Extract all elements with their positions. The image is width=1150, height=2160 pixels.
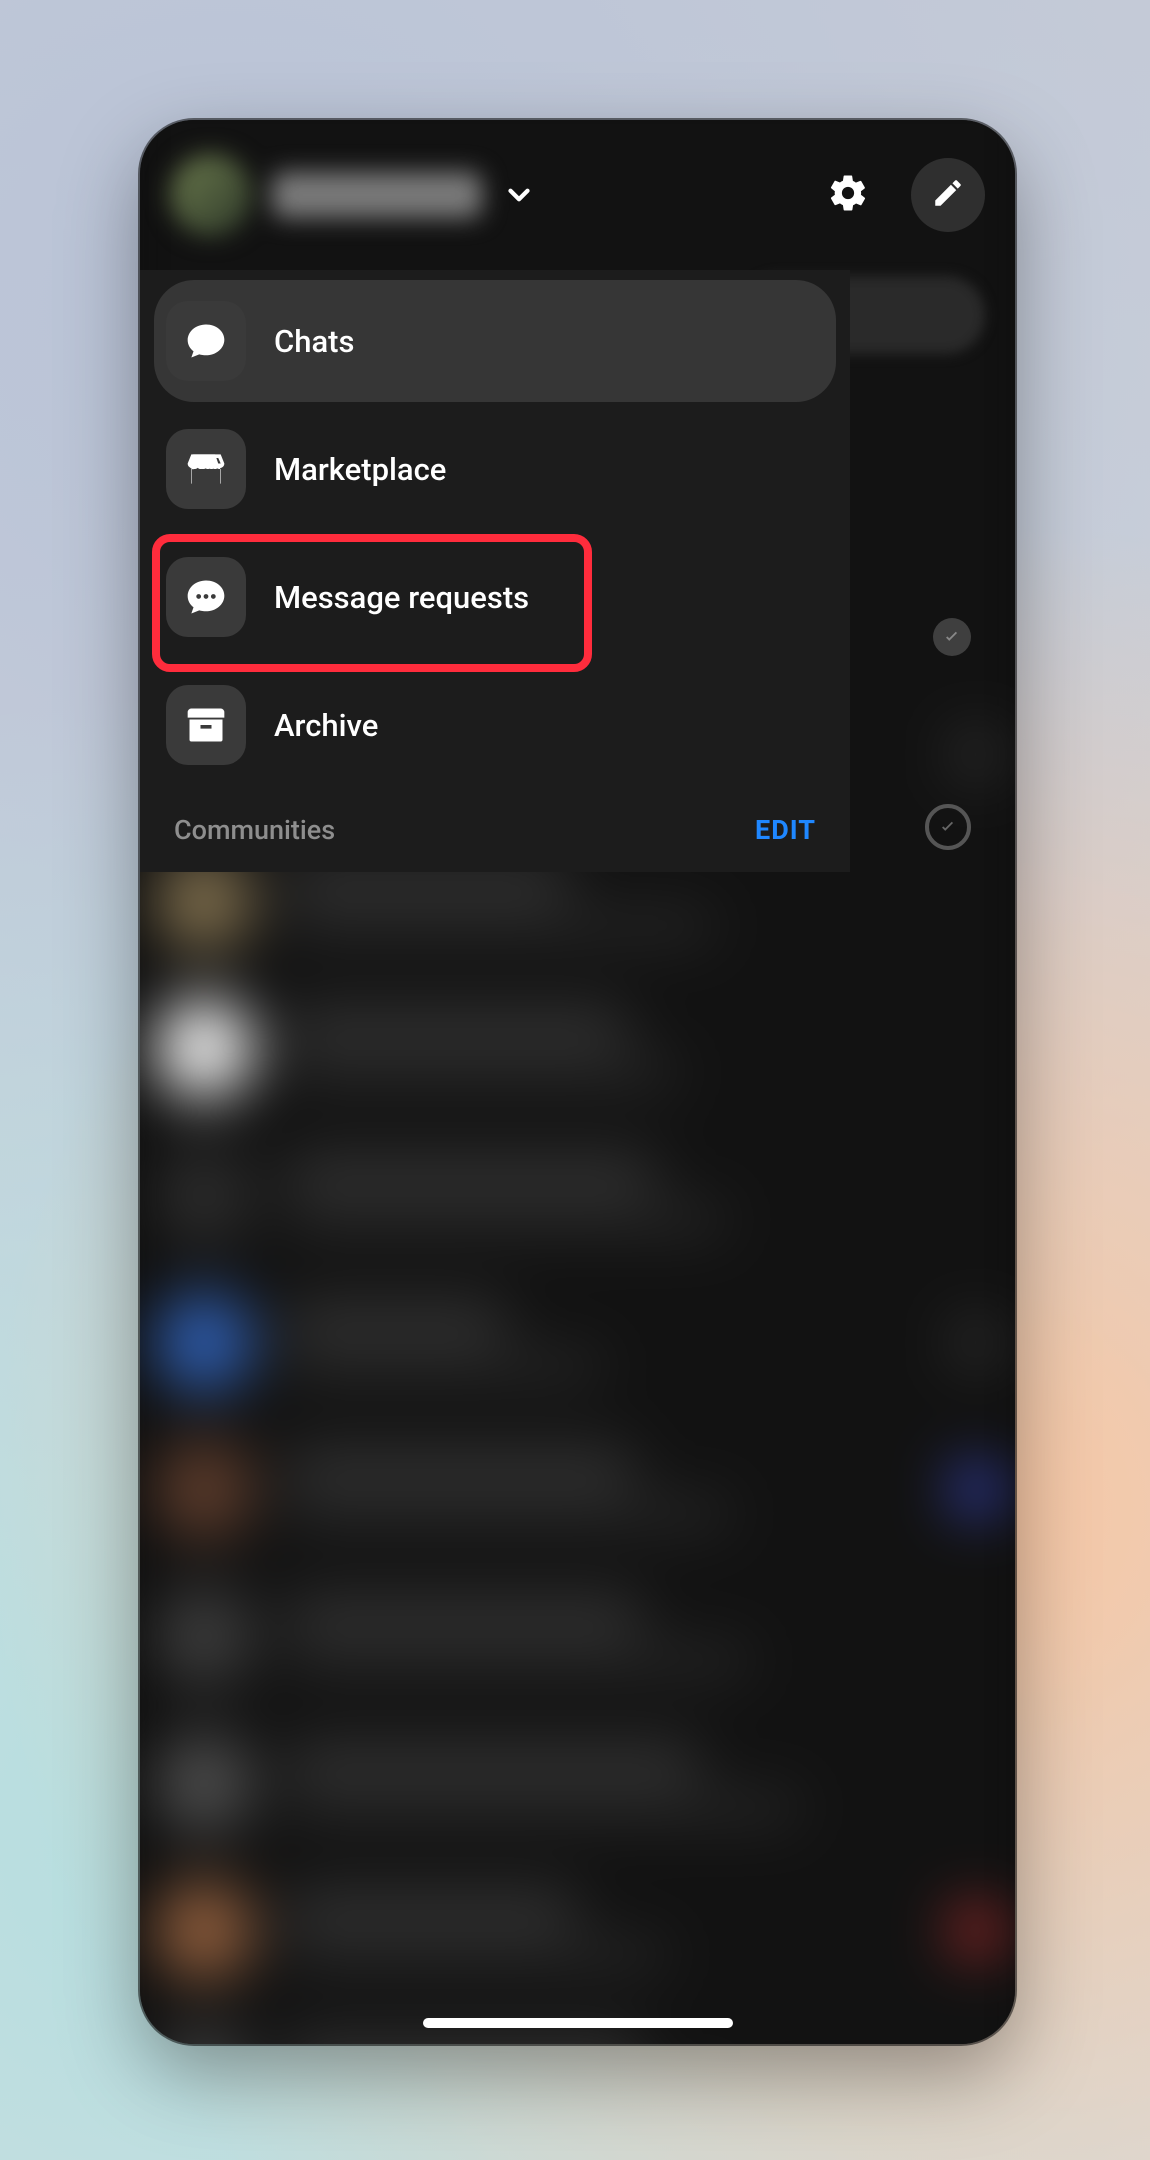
read-receipt-icon (933, 618, 971, 656)
profile-name-redacted (272, 172, 482, 218)
phone-frame: Chats Marketplace Message requests Archi… (140, 120, 1015, 2044)
chat-bubble-icon (166, 301, 246, 381)
menu-item-message-requests[interactable]: Message requests (154, 536, 836, 658)
menu-item-marketplace[interactable]: Marketplace (154, 408, 836, 530)
menu-item-chats[interactable]: Chats (154, 280, 836, 402)
compose-button[interactable] (911, 158, 985, 232)
read-receipt-outline-icon (925, 804, 971, 850)
settings-button[interactable] (811, 158, 885, 232)
menu-item-label: Archive (274, 707, 378, 744)
profile-selector[interactable] (170, 154, 482, 236)
chevron-down-icon[interactable] (498, 174, 540, 216)
message-requests-icon (166, 557, 246, 637)
avatar (170, 154, 252, 236)
menu-item-label: Marketplace (274, 451, 446, 488)
section-label: Communities (174, 814, 335, 846)
home-indicator (423, 2018, 733, 2028)
pencil-icon (931, 176, 965, 214)
communities-section-header: Communities EDIT (154, 792, 836, 850)
edit-button[interactable]: EDIT (755, 814, 816, 846)
menu-item-label: Message requests (274, 579, 529, 616)
account-dropdown-menu: Chats Marketplace Message requests Archi… (140, 270, 850, 872)
app-header (140, 120, 1015, 270)
menu-item-label: Chats (274, 323, 354, 360)
storefront-icon (166, 429, 246, 509)
archive-icon (166, 685, 246, 765)
menu-item-archive[interactable]: Archive (154, 664, 836, 786)
gear-icon (827, 172, 869, 218)
